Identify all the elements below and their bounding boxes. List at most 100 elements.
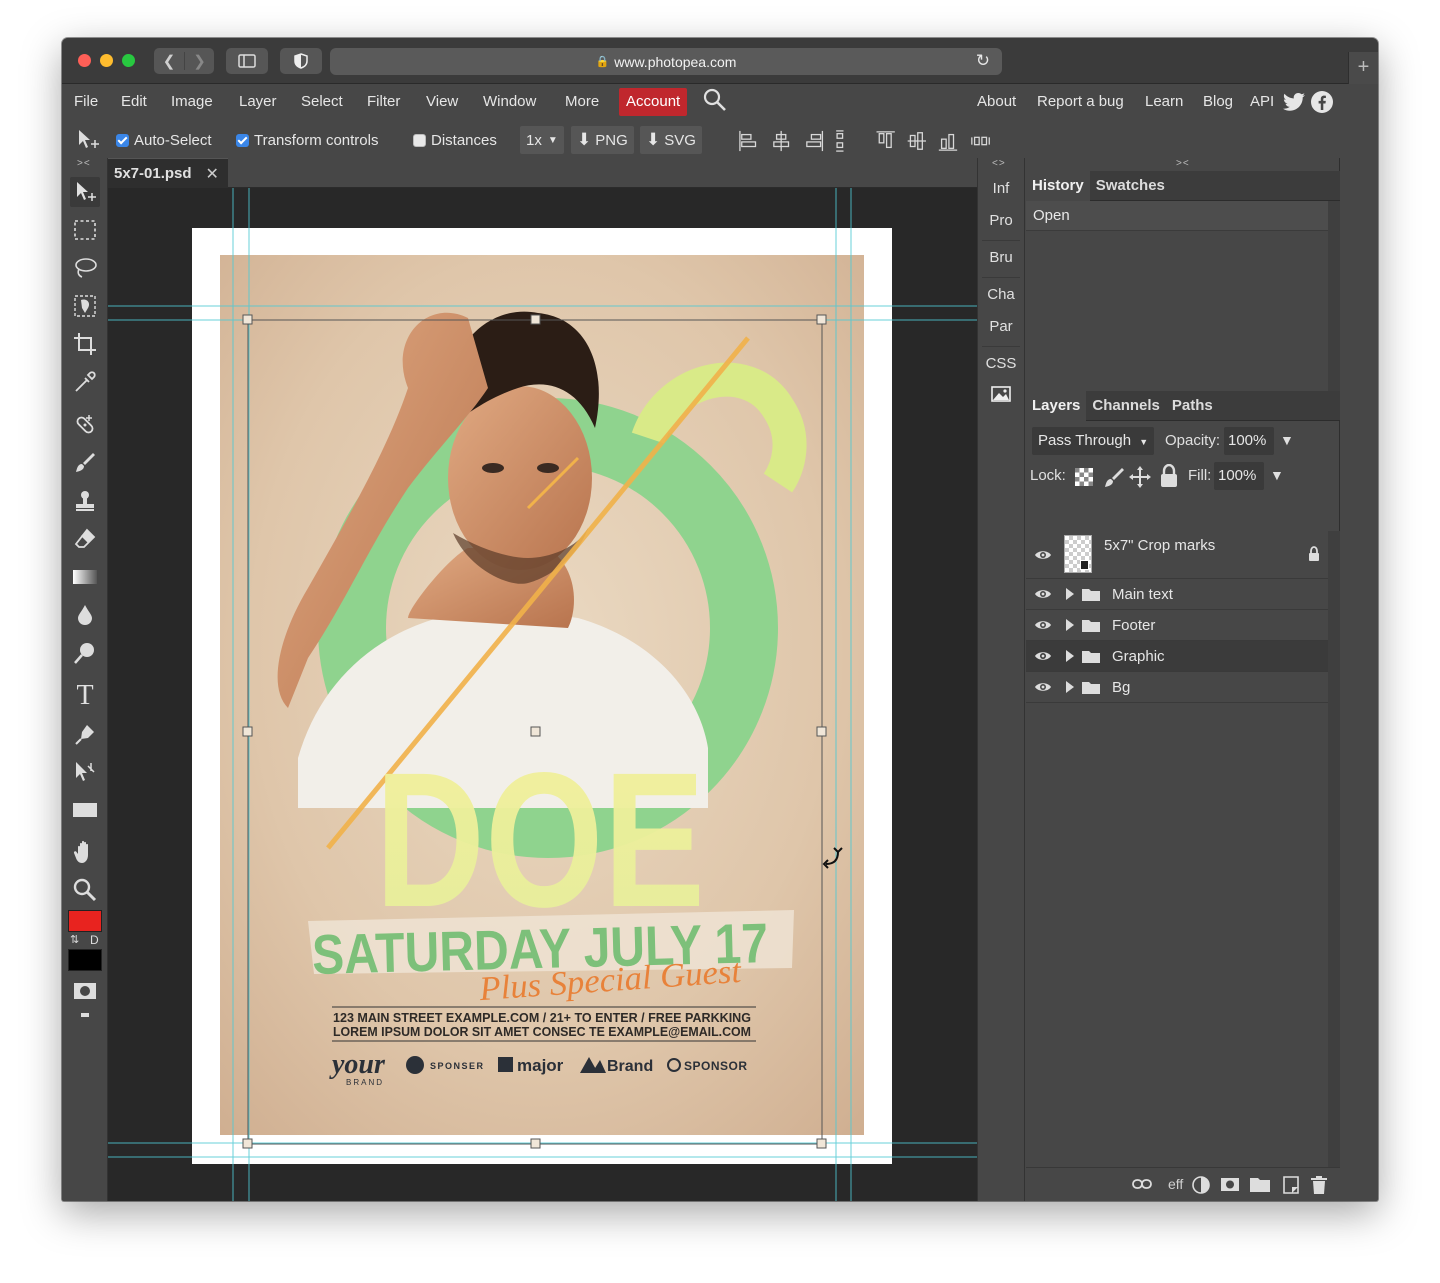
handle-bottom-center[interactable] [530, 1138, 541, 1149]
handle-top-center[interactable] [530, 314, 541, 325]
close-document-icon[interactable]: ✕ [206, 164, 219, 184]
shape-tool[interactable] [70, 795, 100, 825]
layers-scrollbar[interactable] [1328, 531, 1340, 1167]
history-item[interactable]: Open [1026, 201, 1328, 231]
path-select-tool[interactable] [70, 757, 100, 787]
auto-select-checkbox[interactable]: Auto-Select [116, 122, 212, 158]
zoom-tool[interactable] [70, 875, 100, 905]
expand-arrow-icon[interactable] [1066, 681, 1074, 693]
opacity-input[interactable]: 100% [1224, 427, 1274, 455]
menu-layer[interactable]: Layer [239, 93, 277, 110]
fill-input[interactable]: 100% [1214, 462, 1264, 490]
fill-dropdown-icon[interactable]: ▼ [1270, 467, 1284, 483]
minimize-window-button[interactable] [100, 54, 113, 67]
tab-paths[interactable]: Paths [1166, 391, 1219, 421]
menu-window[interactable]: Window [483, 93, 536, 110]
foreground-color-swatch[interactable] [68, 910, 102, 932]
brush-tool[interactable] [70, 448, 100, 478]
align-top-icon[interactable] [876, 131, 895, 149]
menu-select[interactable]: Select [301, 93, 343, 110]
expand-arrow-icon[interactable] [1066, 619, 1074, 631]
menu-learn[interactable]: Learn [1145, 93, 1183, 110]
scale-select[interactable]: 1x ▼ [520, 122, 564, 158]
trash-icon[interactable] [1310, 1175, 1328, 1195]
handle-top-right[interactable] [816, 314, 827, 325]
panel-info[interactable]: Inf [978, 180, 1024, 197]
panel-brush[interactable]: Bru [978, 249, 1024, 266]
layer-row[interactable]: Footer [1026, 610, 1328, 641]
transform-controls-checkbox[interactable]: Transform controls [236, 122, 378, 158]
address-bar[interactable]: 🔒 www.photopea.com ↻ [330, 48, 1002, 75]
facebook-icon[interactable] [1310, 90, 1334, 114]
link-icon[interactable] [1132, 1178, 1152, 1190]
twitter-icon[interactable] [1282, 90, 1306, 114]
folder-icon[interactable] [1250, 1177, 1270, 1192]
collapse-right-panel-icon[interactable]: >< [1176, 158, 1190, 169]
new-tab-button[interactable]: + [1348, 52, 1378, 84]
back-icon[interactable]: ❮ [154, 52, 184, 70]
handle-bottom-left[interactable] [242, 1138, 253, 1149]
marquee-tool[interactable] [70, 215, 100, 245]
reload-icon[interactable]: ↻ [976, 51, 990, 71]
export-svg-button[interactable]: ⬇ SVG [640, 122, 702, 158]
align-vcenter-icon[interactable] [907, 132, 926, 150]
distribute-h-icon[interactable] [971, 136, 990, 146]
export-png-button[interactable]: ⬇ PNG [571, 122, 634, 158]
lock-pixels-icon[interactable] [1102, 466, 1124, 488]
screen-mode-icon[interactable] [81, 1013, 89, 1017]
layer-row[interactable]: Bg [1026, 672, 1328, 703]
move-tool[interactable] [70, 177, 100, 207]
swap-colors-icon[interactable]: ⇅ [70, 933, 79, 946]
tab-history[interactable]: History [1026, 171, 1090, 201]
effects-button[interactable]: eff [1168, 1176, 1183, 1192]
eye-icon[interactable] [1034, 587, 1052, 601]
account-button[interactable]: Account [619, 88, 688, 116]
eye-icon[interactable] [1034, 680, 1052, 694]
layer-row[interactable]: 5x7" Crop marks [1026, 531, 1328, 579]
collapse-toolbox-icon[interactable]: >< [77, 158, 91, 169]
privacy-button[interactable] [280, 48, 322, 74]
eye-icon[interactable] [1034, 649, 1052, 663]
menu-more[interactable]: More [565, 93, 599, 110]
handle-center[interactable] [530, 726, 541, 737]
stamp-tool[interactable] [70, 486, 100, 516]
default-colors-label[interactable]: D [90, 933, 99, 947]
expand-arrow-icon[interactable] [1066, 588, 1074, 600]
adjustment-icon[interactable] [1192, 1176, 1210, 1194]
menu-report-bug[interactable]: Report a bug [1037, 93, 1124, 110]
menu-edit[interactable]: Edit [121, 93, 147, 110]
crop-tool[interactable] [70, 329, 100, 359]
menu-filter[interactable]: Filter [367, 93, 400, 110]
layer-row[interactable]: Graphic [1026, 641, 1328, 672]
handle-bottom-right[interactable] [816, 1138, 827, 1149]
sidebar-toggle-button[interactable] [226, 48, 268, 74]
type-tool[interactable]: T [70, 680, 100, 711]
close-window-button[interactable] [78, 54, 91, 67]
lasso-tool[interactable] [70, 253, 100, 283]
eyedropper-tool[interactable] [70, 367, 100, 397]
search-icon[interactable] [703, 88, 727, 118]
expand-arrow-icon[interactable] [1066, 650, 1074, 662]
align-bottom-icon[interactable] [938, 133, 958, 151]
gradient-tool[interactable] [70, 562, 100, 592]
quick-mask-button[interactable] [70, 976, 100, 1006]
quick-select-tool[interactable] [70, 291, 100, 321]
panel-image[interactable] [978, 386, 1024, 406]
menu-about[interactable]: About [977, 93, 1016, 110]
align-right-icon[interactable] [806, 130, 824, 152]
new-layer-icon[interactable] [1282, 1175, 1300, 1195]
align-hcenter-icon[interactable] [773, 130, 790, 152]
distribute-icon[interactable] [836, 130, 844, 152]
handle-middle-left[interactable] [242, 726, 253, 737]
blend-mode-select[interactable]: Pass Through ▼ [1032, 427, 1155, 455]
panel-css[interactable]: CSS [978, 355, 1024, 372]
menu-file[interactable]: File [74, 93, 98, 110]
eraser-tool[interactable] [70, 524, 100, 554]
opacity-dropdown-icon[interactable]: ▼ [1280, 432, 1294, 448]
menu-blog[interactable]: Blog [1203, 93, 1233, 110]
canvas-svg[interactable]: DOE SATURDAY JULY 17 Plus Special Guest … [108, 188, 977, 1201]
panel-character[interactable]: Cha [978, 286, 1024, 303]
eye-icon[interactable] [1034, 618, 1052, 632]
pen-tool[interactable] [70, 719, 100, 749]
layer-row[interactable]: Main text [1026, 579, 1328, 610]
